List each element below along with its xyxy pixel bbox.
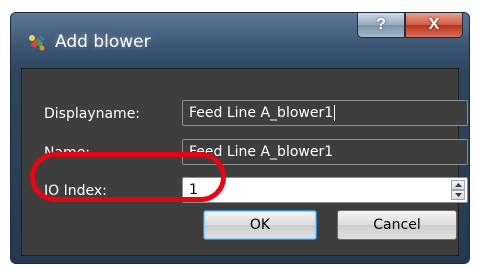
add-blower-dialog: Add blower ? X Displayname: Feed Line A_… [10, 12, 470, 264]
blower-app-icon [27, 33, 47, 53]
displayname-input[interactable]: Feed Line A_blower1 [182, 100, 468, 126]
displayname-value: Feed Line A_blower1 [189, 105, 334, 121]
spin-buttons [451, 180, 465, 200]
close-icon: X [428, 16, 440, 33]
help-button[interactable]: ? [357, 13, 405, 38]
spin-down-button[interactable] [451, 190, 465, 200]
close-button[interactable]: X [405, 13, 463, 38]
ok-button[interactable]: OK [203, 210, 317, 240]
arrow-down-icon [454, 193, 462, 197]
io-index-spinbox[interactable]: 1 [182, 177, 468, 203]
title-bar[interactable]: Add blower ? X [11, 13, 469, 69]
spin-up-button[interactable] [451, 180, 465, 190]
cancel-button[interactable]: Cancel [337, 210, 457, 240]
dialog-body: Displayname: Feed Line A_blower1 Name: F… [21, 68, 468, 256]
name-value: Feed Line A_blower1 [189, 144, 334, 160]
dialog-title: Add blower [55, 32, 151, 52]
name-input[interactable]: Feed Line A_blower1 [182, 139, 468, 165]
arrow-up-icon [454, 183, 462, 187]
help-icon: ? [376, 16, 386, 33]
name-label: Name: [44, 145, 91, 161]
displayname-label: Displayname: [44, 106, 141, 122]
io-index-value: 1 [189, 182, 198, 198]
io-index-label: IO Index: [44, 183, 107, 199]
text-caret [334, 105, 336, 121]
